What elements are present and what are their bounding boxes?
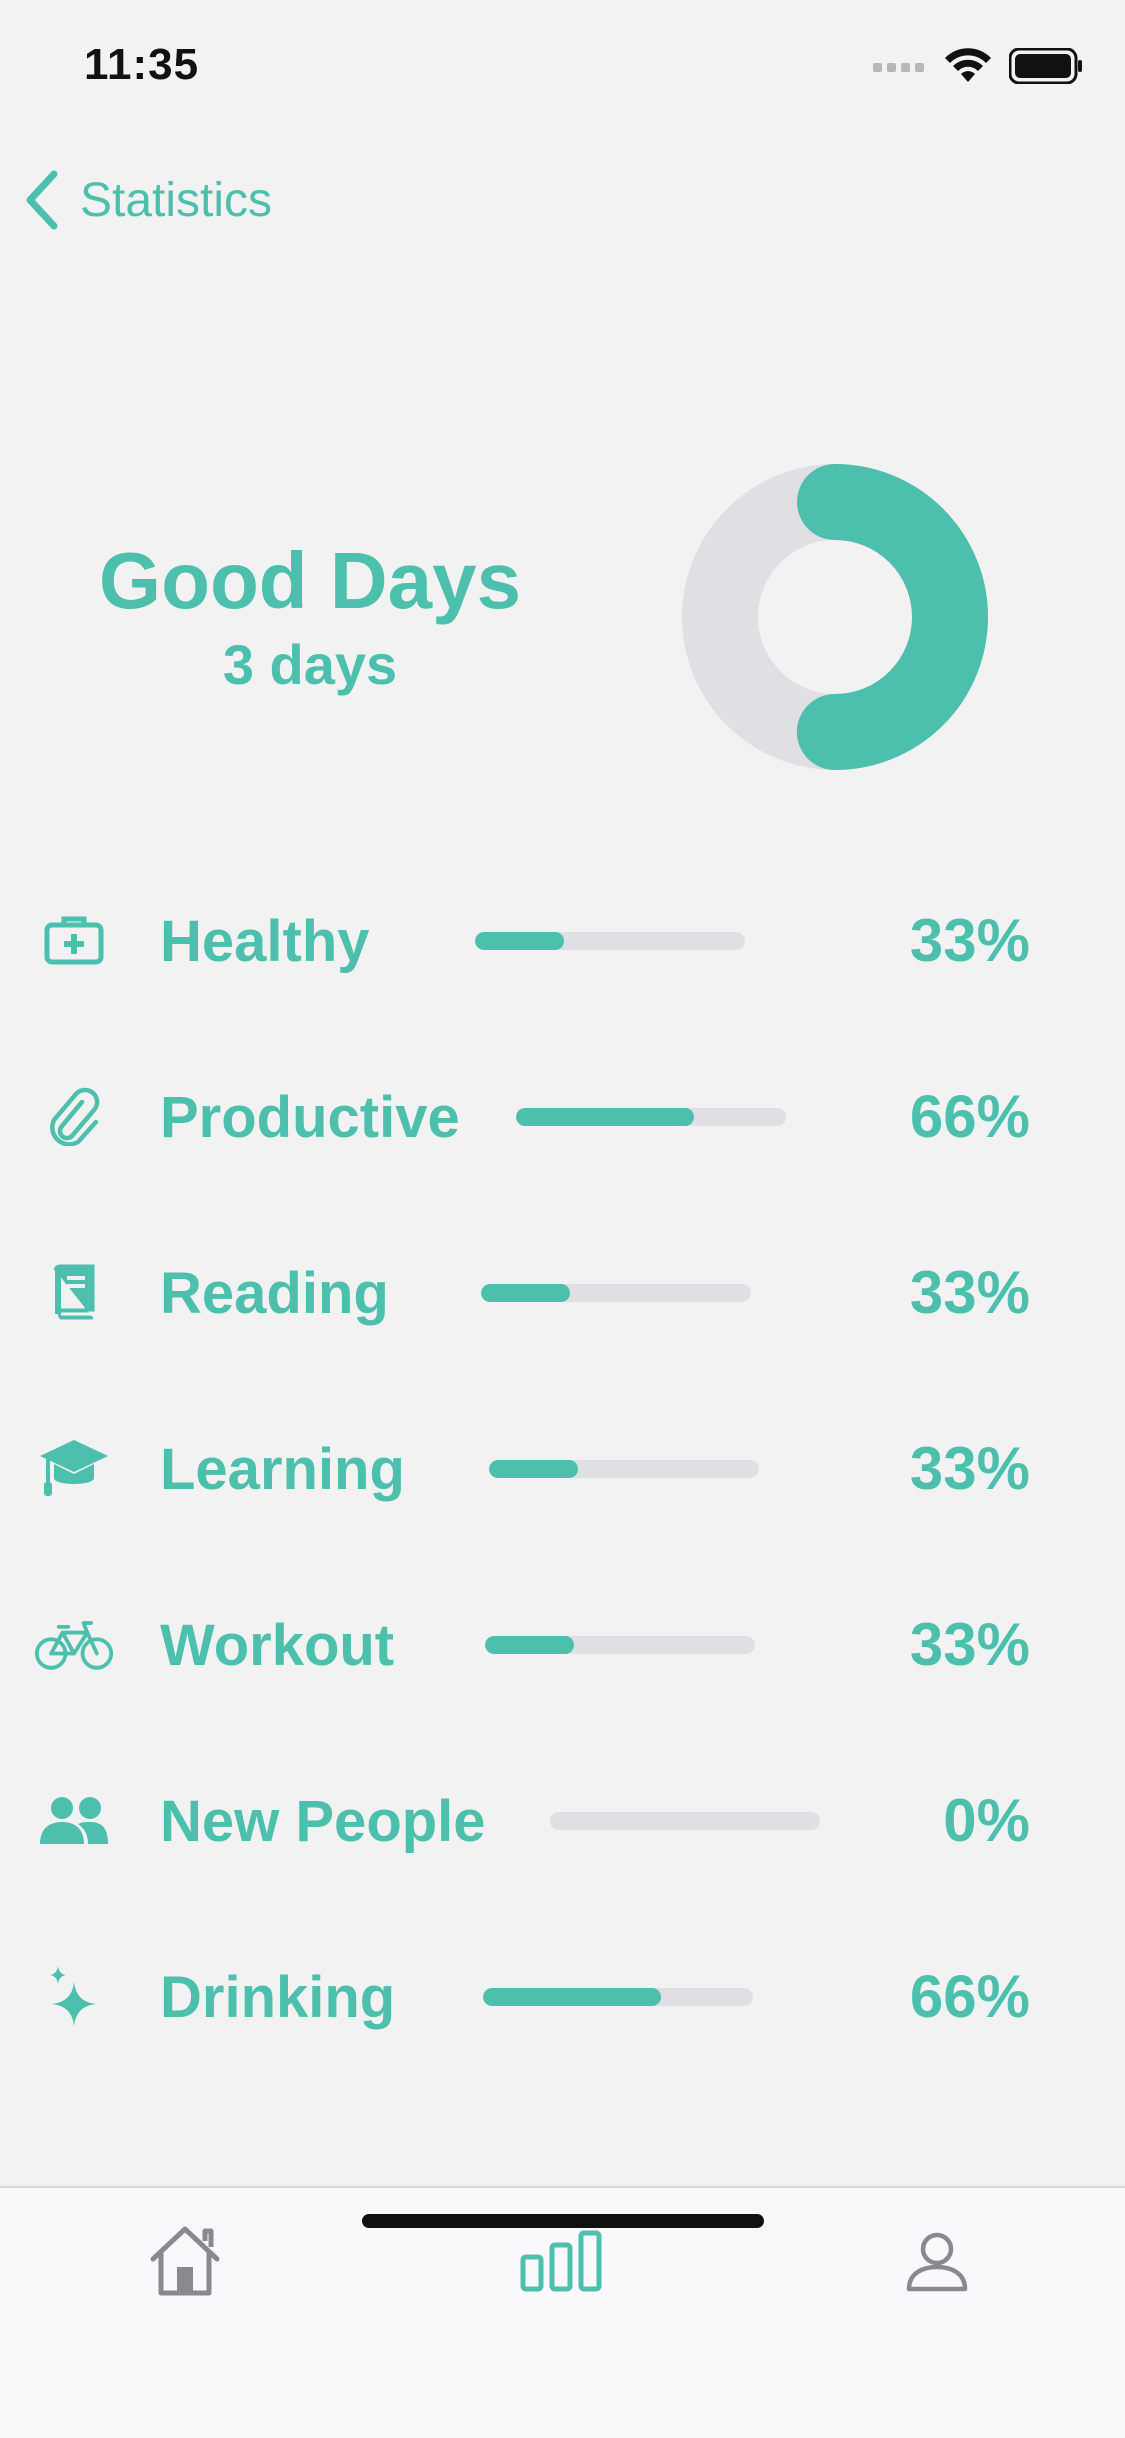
back-button-label: Statistics — [80, 173, 273, 227]
stat-label: Healthy — [160, 909, 370, 974]
person-icon — [906, 2232, 968, 2292]
stat-percent: 66% — [909, 1083, 1030, 1150]
stat-percent: 33% — [909, 1435, 1030, 1502]
stat-label: New People — [160, 1789, 486, 1854]
tab-statistics[interactable] — [506, 2216, 616, 2306]
stat-percent: 33% — [909, 1259, 1030, 1326]
chevron-left-icon — [26, 170, 58, 230]
summary-title: Good Days — [98, 536, 522, 625]
stat-label: Learning — [160, 1437, 405, 1502]
stat-progress-fill — [475, 932, 565, 950]
stat-row-workout: Workout 33% — [0, 1584, 1125, 1704]
stat-percent: 33% — [909, 1611, 1030, 1678]
tab-home[interactable] — [130, 2216, 240, 2306]
bicycle-icon — [34, 1612, 114, 1676]
graduation-cap-icon — [34, 1436, 114, 1500]
stat-progress-bar — [475, 932, 745, 950]
wifi-icon — [945, 48, 991, 82]
status-bar: 11:35 — [0, 0, 1125, 140]
stat-label: Drinking — [160, 1965, 396, 2030]
status-time: 11:35 — [84, 40, 200, 89]
stat-row-reading: Reading 33% — [0, 1232, 1125, 1352]
stat-progress-bar — [489, 1460, 759, 1478]
stat-progress-bar — [485, 1636, 755, 1654]
people-icon — [34, 1788, 114, 1852]
stat-label: Workout — [160, 1613, 395, 1678]
bar-chart-icon — [520, 2230, 602, 2292]
home-icon — [150, 2226, 220, 2296]
paperclip-icon — [34, 1084, 114, 1148]
stat-progress-fill — [516, 1108, 695, 1126]
tab-profile[interactable] — [882, 2216, 992, 2306]
stat-row-healthy: Healthy 33% — [0, 880, 1125, 1000]
signal-icon — [873, 63, 924, 72]
stat-progress-fill — [483, 1988, 662, 2006]
stat-label: Productive — [160, 1085, 460, 1150]
stat-progress-fill — [489, 1460, 579, 1478]
stat-progress-bar — [481, 1284, 751, 1302]
home-indicator — [362, 2214, 764, 2228]
first-aid-kit-icon — [34, 908, 114, 972]
status-icons — [873, 48, 1083, 84]
sparkles-icon — [34, 1964, 114, 2028]
stat-progress-bar — [550, 1812, 820, 1830]
stat-progress-fill — [485, 1636, 575, 1654]
stat-progress-bar — [483, 1988, 753, 2006]
summary-subtitle: 3 days — [222, 633, 398, 696]
stat-percent: 66% — [909, 1963, 1030, 2030]
stat-row-learning: Learning 33% — [0, 1408, 1125, 1528]
stat-row-productive: Productive 66% — [0, 1056, 1125, 1176]
stat-progress-bar — [516, 1108, 786, 1126]
back-button[interactable]: Statistics — [22, 160, 272, 240]
stat-label: Reading — [160, 1261, 389, 1326]
stat-row-drinking: Drinking 66% — [0, 1936, 1125, 2056]
stat-percent: 33% — [909, 907, 1030, 974]
stat-percent: 0% — [943, 1787, 1030, 1854]
stat-row-new-people: New People 0% — [0, 1760, 1125, 1880]
stat-progress-fill — [481, 1284, 571, 1302]
book-icon — [34, 1260, 114, 1324]
good-days-ring — [682, 464, 988, 770]
battery-icon — [1009, 48, 1082, 84]
